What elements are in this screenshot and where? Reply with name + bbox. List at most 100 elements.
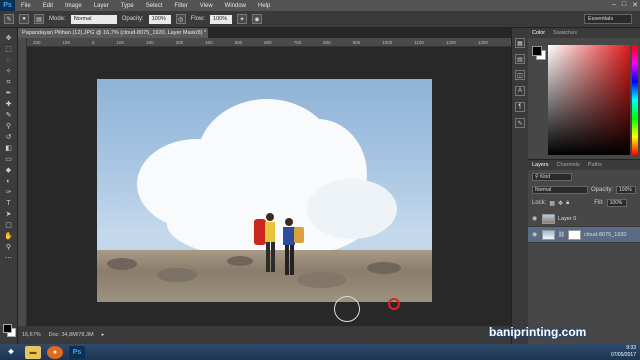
- menu-layer[interactable]: Layer: [88, 3, 115, 9]
- eraser-tool-icon[interactable]: ◧: [3, 144, 15, 153]
- menu-filter[interactable]: Filter: [168, 3, 193, 9]
- history-panel-icon[interactable]: ▦: [515, 38, 525, 48]
- rock-shape: [157, 268, 197, 282]
- workspace-select[interactable]: Essentials: [584, 14, 632, 24]
- vertical-ruler: [18, 38, 27, 326]
- lasso-tool-icon[interactable]: ◌: [3, 56, 15, 65]
- ruler-tick: 1000: [382, 39, 393, 45]
- file-explorer-icon[interactable]: ▬: [25, 345, 41, 359]
- document-canvas-image[interactable]: [97, 79, 432, 302]
- tab-color[interactable]: Color: [532, 30, 545, 36]
- ruler-tick: 1300: [477, 39, 488, 45]
- menu-view[interactable]: View: [194, 3, 219, 9]
- system-clock[interactable]: 9:33 07/05/2017: [611, 345, 636, 359]
- brush-preset-icon[interactable]: ●: [19, 14, 29, 24]
- eyedropper-tool-icon[interactable]: ✒: [3, 89, 15, 98]
- eye-icon[interactable]: ◉: [532, 231, 539, 238]
- menu-file[interactable]: File: [15, 3, 37, 9]
- eye-icon[interactable]: ◉: [532, 215, 539, 222]
- tab-paths[interactable]: Paths: [588, 162, 602, 168]
- close-icon[interactable]: ✕: [632, 1, 638, 9]
- brush-tool-icon[interactable]: ✎: [3, 111, 15, 120]
- watermark-text: baniprinting.com: [489, 325, 587, 339]
- history-brush-tool-icon[interactable]: ↺: [3, 133, 15, 142]
- adjustments-panel-icon[interactable]: ◫: [515, 70, 525, 80]
- fill-label: Fill:: [594, 200, 604, 206]
- zoom-level[interactable]: 16,67%: [22, 332, 41, 338]
- tab-channels[interactable]: Channels: [557, 162, 580, 168]
- layer-opacity-field[interactable]: 100%: [616, 186, 637, 194]
- foreground-color-chip[interactable]: [532, 46, 542, 56]
- ruler-tick: 100: [116, 39, 125, 45]
- menu-type[interactable]: Type: [115, 3, 140, 9]
- dodge-tool-icon[interactable]: ◐: [3, 177, 15, 186]
- healing-tool-icon[interactable]: ✚: [3, 100, 15, 109]
- lock-position-icon[interactable]: ✥: [558, 200, 563, 207]
- pressure-size-icon[interactable]: ◉: [252, 14, 263, 24]
- hand-tool-icon[interactable]: ✋: [3, 232, 15, 241]
- menu-window[interactable]: Window: [219, 3, 252, 9]
- opacity-field[interactable]: 100%: [148, 14, 171, 24]
- layer-row-cloud[interactable]: ◉ ⛓ cloud-8075_1920: [528, 227, 640, 243]
- photoshop-logo: Ps: [0, 0, 15, 11]
- menu-edit[interactable]: Edit: [37, 3, 59, 9]
- blur-tool-icon[interactable]: ◆: [3, 166, 15, 175]
- pen-tool-icon[interactable]: ✑: [3, 188, 15, 197]
- clone-stamp-tool-icon[interactable]: ⚲: [3, 122, 15, 131]
- photoshop-taskbar-icon[interactable]: Ps: [69, 345, 85, 359]
- document-tab[interactable]: Papandayan Pilihan (12).JPG @ 16,7% (clo…: [18, 28, 208, 38]
- gradient-tool-icon[interactable]: ▭: [3, 155, 15, 164]
- link-icon: ⛓: [558, 231, 565, 238]
- click-indicator: [388, 298, 400, 310]
- flow-field[interactable]: 100%: [210, 14, 233, 24]
- path-select-tool-icon[interactable]: ➤: [3, 210, 15, 219]
- blend-mode-select[interactable]: Normal: [532, 186, 588, 194]
- doc-size-info: Doc: 34,8M/78,3M: [48, 332, 94, 338]
- tab-layers[interactable]: Layers: [532, 162, 549, 168]
- layer-thumbnail: [542, 229, 555, 240]
- color-picker-field[interactable]: [548, 45, 630, 155]
- tools-panel: ✥ ⬚ ◌ ✧ ⌗ ✒ ✚ ✎ ⚲ ↺ ◧ ▭ ◆ ◐ ✑ T ➤ ▢ ✋ ⚲ …: [0, 28, 18, 344]
- hue-slider[interactable]: [632, 45, 638, 155]
- type-tool-icon[interactable]: T: [3, 199, 15, 208]
- tab-swatches[interactable]: Swatches: [553, 30, 577, 36]
- firefox-icon[interactable]: ●: [47, 345, 63, 359]
- lock-all-icon[interactable]: 🔒︎: [566, 200, 569, 207]
- marquee-tool-icon[interactable]: ⬚: [3, 45, 15, 54]
- brush-panel-icon[interactable]: ▤: [34, 14, 44, 24]
- layer-row-layer-0[interactable]: ◉ Layer 0: [528, 211, 640, 227]
- status-menu-icon[interactable]: ▸: [102, 332, 105, 338]
- more-tools-icon[interactable]: ⋯: [3, 254, 15, 263]
- window-controls: – □ ✕: [612, 1, 638, 9]
- move-tool-icon[interactable]: ✥: [3, 34, 15, 43]
- pressure-opacity-icon[interactable]: ◎: [175, 14, 186, 24]
- mode-select[interactable]: Normal: [70, 14, 117, 24]
- menu-select[interactable]: Select: [140, 3, 169, 9]
- brush-cursor: [334, 296, 360, 322]
- paragraph-panel-icon[interactable]: ¶: [515, 102, 525, 112]
- crop-tool-icon[interactable]: ⌗: [3, 78, 15, 87]
- foreground-color-swatch[interactable]: [3, 324, 12, 333]
- shape-tool-icon[interactable]: ▢: [3, 221, 15, 230]
- ruler-tick: 900: [352, 39, 361, 45]
- layer-filter-select[interactable]: ⚲ Kind: [532, 173, 572, 181]
- lock-pixels-icon[interactable]: ▦: [549, 200, 555, 207]
- maximize-icon[interactable]: □: [622, 1, 626, 9]
- character-panel-icon[interactable]: A: [515, 86, 525, 96]
- zoom-tool-icon[interactable]: ⚲: [3, 243, 15, 252]
- properties-panel-icon[interactable]: ▤: [515, 54, 525, 64]
- start-button-icon[interactable]: ❖: [3, 346, 19, 359]
- fill-field[interactable]: 100%: [606, 199, 627, 207]
- ruler-tick: 200: [33, 39, 41, 45]
- layer-thumbnail: [542, 213, 555, 224]
- quick-select-tool-icon[interactable]: ✧: [3, 67, 15, 76]
- layer-mask-thumbnail[interactable]: [567, 229, 581, 240]
- menu-bar: Ps File Edit Image Layer Type Select Fil…: [0, 0, 640, 11]
- minimize-icon[interactable]: –: [612, 1, 616, 9]
- airbrush-icon[interactable]: ✦: [237, 14, 248, 24]
- menu-image[interactable]: Image: [59, 3, 88, 9]
- layer-name: Layer 0: [558, 215, 577, 222]
- brush-tool-icon[interactable]: ✎: [4, 14, 14, 24]
- menu-help[interactable]: Help: [252, 3, 276, 9]
- brush-panel-icon[interactable]: ✎: [515, 118, 525, 128]
